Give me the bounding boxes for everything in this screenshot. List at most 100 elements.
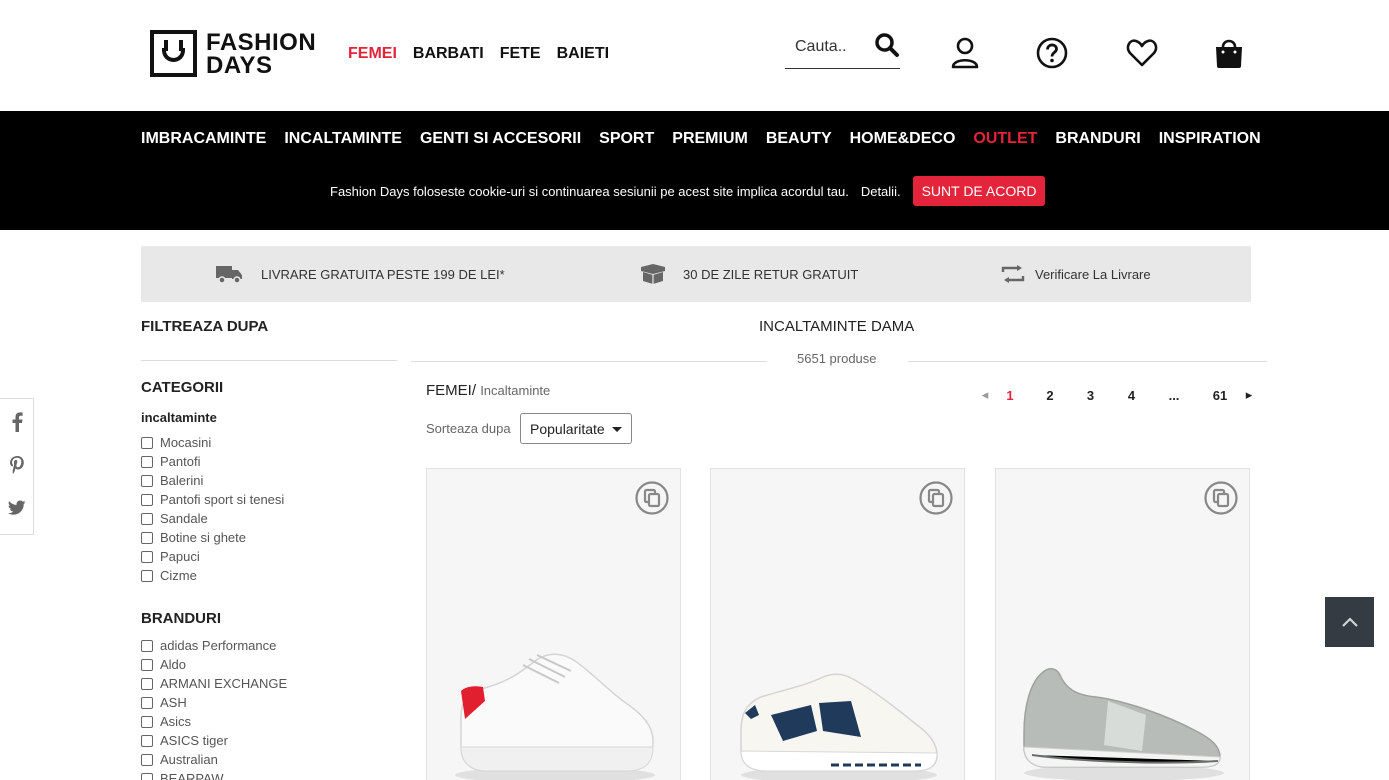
brand-filter-item[interactable]: BEARPAW [141, 769, 287, 780]
page-link[interactable]: 4 [1111, 388, 1152, 403]
checkbox[interactable] [141, 493, 153, 506]
user-icon[interactable] [947, 35, 983, 71]
nav-imbracaminte[interactable]: IMBRACAMINTE [141, 130, 266, 148]
logo-mark-icon [150, 30, 197, 77]
category-filter-item[interactable]: Sandale [141, 509, 284, 528]
nav-sport[interactable]: SPORT [599, 130, 654, 148]
checkbox[interactable] [141, 436, 153, 449]
nav-outlet[interactable]: OUTLET [973, 130, 1037, 148]
listing-title: INCALTAMINTE DAMA [759, 318, 915, 335]
nav-genti-si-accesorii[interactable]: GENTI SI ACCESORII [420, 130, 581, 148]
filters-title: FILTREAZA DUPA [141, 318, 269, 335]
sort-select[interactable]: Popularitate [520, 413, 632, 444]
category-filter-item[interactable]: Cizme [141, 566, 284, 585]
nav-home-deco[interactable]: HOME&DECO [850, 130, 956, 148]
brand-filter-item[interactable]: adidas Performance [141, 636, 287, 655]
benefit-free-returns: 30 DE ZILE RETUR GRATUIT [641, 246, 858, 302]
brand-filter-list: adidas Performance Aldo ARMANI EXCHANGE … [141, 636, 287, 780]
checkbox[interactable] [141, 696, 153, 709]
gender-nav-barbati[interactable]: BARBATI [413, 45, 484, 63]
checkbox[interactable] [141, 677, 153, 690]
category-filter-item[interactable]: Mocasini [141, 433, 284, 452]
checkbox[interactable] [141, 550, 153, 563]
gender-nav-femei[interactable]: FEMEI [348, 45, 397, 63]
nav-incaltaminte[interactable]: INCALTAMINTE [284, 130, 402, 148]
breadcrumb-current: Incaltaminte [480, 383, 551, 398]
category-filter-item[interactable]: Pantofi [141, 452, 284, 471]
pagination: ◂ 1 2 3 4 ... 61 ▸ [980, 387, 1254, 403]
brand-filter-item[interactable]: Asics [141, 712, 287, 731]
category-filter-item[interactable]: Balerini [141, 471, 284, 490]
category-filter-item[interactable]: Papuci [141, 547, 284, 566]
gender-nav-baieti[interactable]: BAIETI [557, 45, 609, 63]
box-icon [641, 264, 665, 284]
brand-filter-item[interactable]: ARMANI EXCHANGE [141, 674, 287, 693]
main-category-nav: IMBRACAMINTE INCALTAMINTE GENTI SI ACCES… [0, 111, 1389, 230]
page-link[interactable]: 2 [1030, 388, 1070, 403]
checkbox[interactable] [141, 772, 153, 780]
checkbox[interactable] [141, 455, 153, 468]
twitter-icon[interactable] [0, 488, 33, 528]
checkbox[interactable] [141, 569, 153, 582]
nav-premium[interactable]: PREMIUM [672, 130, 748, 148]
gender-nav-fete[interactable]: FETE [500, 45, 541, 63]
help-icon[interactable] [1034, 35, 1070, 71]
search-box [785, 30, 900, 69]
benefit-label: LIVRARE GRATUITA PESTE 199 DE LEI* [261, 266, 505, 282]
wishlist-heart-icon[interactable] [1124, 35, 1160, 71]
benefit-label: 30 DE ZILE RETUR GRATUIT [683, 266, 859, 282]
page-link[interactable]: 61 [1196, 388, 1244, 403]
brand-filter-item[interactable]: Aldo [141, 655, 287, 674]
checkbox[interactable] [141, 474, 153, 487]
truck-icon [216, 266, 242, 284]
search-icon[interactable] [874, 32, 900, 63]
sort-selected-value: Popularitate [530, 420, 605, 437]
brand-filter-item[interactable]: ASICS tiger [141, 731, 287, 750]
nav-branduri[interactable]: BRANDURI [1055, 130, 1140, 148]
exchange-icon [1001, 265, 1025, 283]
divider [908, 361, 1267, 362]
search-input[interactable] [795, 38, 865, 56]
category-filter-item[interactable]: Botine si ghete [141, 528, 284, 547]
cookie-banner: Fashion Days foloseste cookie-uri si con… [330, 176, 1046, 206]
benefits-bar: LIVRARE GRATUITA PESTE 199 DE LEI* 30 DE… [141, 246, 1251, 302]
checkbox[interactable] [141, 639, 153, 652]
sneaker-image [1023, 668, 1224, 780]
page-link[interactable]: 1 [990, 388, 1030, 403]
checkbox[interactable] [141, 753, 153, 766]
facebook-icon[interactable] [0, 402, 33, 442]
checkbox[interactable] [141, 658, 153, 671]
checkbox[interactable] [141, 531, 153, 544]
next-page-icon[interactable]: ▸ [1244, 387, 1254, 403]
product-count: 5651 produse [797, 351, 877, 366]
checkbox[interactable] [141, 734, 153, 747]
fashion-days-logo[interactable]: FASHION DAYS [150, 30, 316, 77]
prev-page-icon[interactable]: ◂ [980, 387, 990, 403]
back-to-top-button[interactable] [1325, 597, 1374, 647]
checkbox[interactable] [141, 512, 153, 525]
categories-title: CATEGORII [141, 379, 224, 396]
pinterest-icon[interactable] [0, 445, 33, 485]
brands-title: BRANDURI [141, 610, 221, 627]
breadcrumb: FEMEI/ Incaltaminte [426, 382, 550, 399]
breadcrumb-root[interactable]: FEMEI/ [426, 382, 476, 399]
nav-beauty[interactable]: BEAUTY [766, 130, 832, 148]
brand-filter-item[interactable]: Australian [141, 750, 287, 769]
brand-filter-item[interactable]: ASH [141, 693, 287, 712]
product-card[interactable] [710, 468, 965, 780]
sort-label: Sorteaza dupa [426, 421, 511, 436]
divider [141, 360, 397, 361]
shopping-bag-icon[interactable] [1211, 35, 1247, 71]
product-card[interactable] [995, 468, 1250, 780]
cookie-accept-button[interactable]: SUNT DE ACORD [912, 176, 1046, 206]
benefit-free-shipping: LIVRARE GRATUITA PESTE 199 DE LEI* [216, 246, 505, 302]
product-card[interactable] [426, 468, 681, 780]
nav-inspiration[interactable]: INSPIRATION [1159, 130, 1261, 148]
checkbox[interactable] [141, 715, 153, 728]
benefit-label: Verificare La Livrare [1035, 266, 1151, 282]
cookie-details-link[interactable]: Detalii. [861, 184, 901, 199]
category-filter-item[interactable]: Pantofi sport si tenesi [141, 490, 284, 509]
page-link[interactable]: 3 [1070, 388, 1111, 403]
benefit-check-on-delivery: Verificare La Livrare [1001, 246, 1151, 302]
page-ellipsis: ... [1168, 387, 1180, 403]
